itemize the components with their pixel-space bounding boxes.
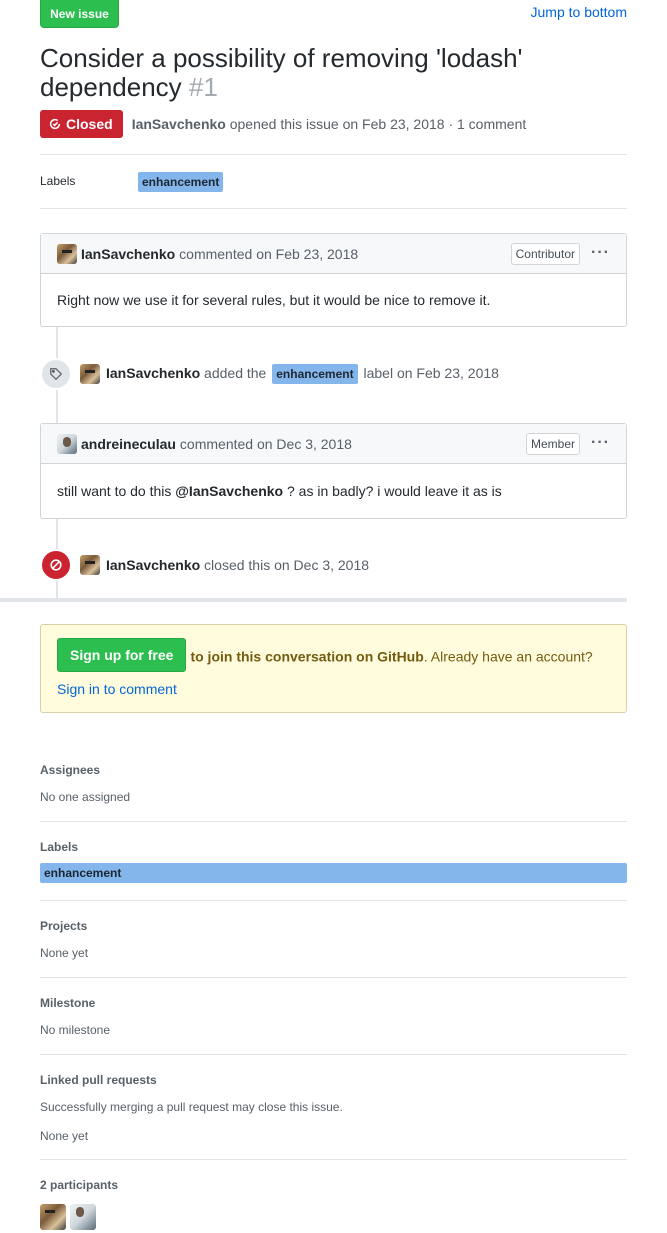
comment-body: Right now we use it for several rules, b… [57, 292, 491, 308]
comment-author[interactable]: andreineculau [81, 436, 176, 452]
label-enhancement[interactable]: enhancement [272, 364, 358, 384]
issue-meta: Closed IanSavchenko opened this issue on… [40, 110, 526, 138]
comment-menu-icon[interactable]: ··· [591, 244, 610, 262]
label-enhancement[interactable]: enhancement [40, 863, 627, 883]
jump-to-bottom-link[interactable]: Jump to bottom [531, 4, 628, 20]
sign-up-button[interactable]: Sign up for free [57, 638, 187, 672]
avatar[interactable] [80, 555, 100, 575]
divider [40, 900, 627, 901]
section-value: None yet [40, 946, 89, 960]
close-event-text: IanSavchenko closed this on Dec 3, 2018 [106, 557, 369, 573]
event-author[interactable]: IanSavchenko [106, 557, 200, 573]
state-badge: Closed [40, 110, 123, 138]
section-value: None yet [40, 1129, 89, 1143]
divider [40, 821, 627, 822]
event-action[interactable]: closed this on Dec 3, 2018 [204, 557, 369, 573]
event-author[interactable]: IanSavchenko [106, 365, 200, 381]
contributor-badge: Contributor [510, 243, 580, 265]
labels-row: Labels enhancement [40, 170, 627, 194]
issue-opened-text: opened this issue on Feb 23, 2018 · 1 co… [229, 116, 527, 132]
sidebar-linked-prs: Linked pull requests Successfully mergin… [40, 1073, 627, 1143]
comment-text: still want to do this [57, 483, 172, 499]
section-title: Milestone [40, 996, 96, 1010]
sidebar-milestone: Milestone No milestone [40, 996, 627, 1037]
section-title: Assignees [40, 763, 101, 777]
label-event-text: IanSavchenko added the enhancement label… [106, 364, 499, 384]
divider [40, 1054, 627, 1055]
section-title: 2 participants [40, 1178, 119, 1192]
comment-header: IanSavchenko commented on Feb 23, 2018 C… [41, 234, 626, 274]
comment-body: still want to do this @IanSavchenko ? as… [41, 464, 626, 518]
signup-text: to join this conversation on GitHub [190, 648, 424, 665]
avatar[interactable] [57, 433, 77, 454]
event-action: added the [204, 365, 267, 381]
signup-prompt: Sign up for free to join this conversatio… [40, 624, 627, 713]
new-issue-button[interactable]: New issue [40, 0, 119, 28]
sign-in-link[interactable]: Sign in to comment [57, 681, 177, 697]
label-event: IanSavchenko added the enhancement label… [40, 358, 627, 390]
sidebar-labels: Labels enhancement [40, 840, 627, 883]
section-value: No milestone [40, 1023, 111, 1037]
divider [40, 977, 627, 978]
comment-author[interactable]: IanSavchenko [81, 246, 175, 262]
sidebar-projects: Projects None yet [40, 919, 627, 960]
section-value: No one assigned [40, 790, 131, 804]
divider [40, 154, 627, 155]
issue-opened-info: IanSavchenko opened this issue on Feb 23… [132, 116, 527, 132]
divider [40, 208, 627, 209]
issue-closed-icon [49, 118, 61, 130]
sidebar-participants: 2 participants [40, 1178, 627, 1230]
comment-text: ? as in badly? i would leave it as is [286, 483, 502, 499]
state-label: Closed [66, 116, 113, 132]
timeline-end-divider [0, 598, 627, 602]
participant-avatar[interactable] [40, 1204, 66, 1230]
comment-1: IanSavchenko commented on Feb 23, 2018 C… [40, 233, 627, 327]
avatar[interactable] [80, 364, 100, 384]
labels-row-title: Labels [40, 174, 76, 188]
avatar[interactable] [57, 243, 77, 264]
comment-timestamp[interactable]: commented on Dec 3, 2018 [180, 436, 352, 452]
label-enhancement[interactable]: enhancement [138, 172, 224, 192]
event-time[interactable]: label on Feb 23, 2018 [363, 365, 498, 381]
issue-title: Consider a possibility of removing 'loda… [40, 44, 620, 102]
user-mention-link[interactable]: @IanSavchenko [175, 483, 283, 499]
divider [40, 1159, 627, 1160]
issue-title-text: Consider a possibility of removing 'loda… [40, 43, 523, 102]
tag-icon [40, 358, 72, 390]
section-hint: Successfully merging a pull request may … [40, 1100, 343, 1114]
sidebar-assignees: Assignees No one assigned [40, 763, 627, 804]
issue-author-link[interactable]: IanSavchenko [132, 116, 226, 132]
close-event: IanSavchenko closed this on Dec 3, 2018 [40, 549, 627, 581]
comment-header: andreineculau commented on Dec 3, 2018 M… [41, 424, 626, 464]
section-title: Labels [40, 840, 79, 854]
participant-avatar[interactable] [70, 1204, 96, 1230]
member-badge: Member [525, 433, 580, 455]
section-title: Projects [40, 919, 88, 933]
comment-2: andreineculau commented on Dec 3, 2018 M… [40, 423, 627, 519]
signup-middle-text: . Already have an account? [423, 648, 593, 665]
participants-list [40, 1204, 627, 1230]
section-title: Linked pull requests [40, 1073, 157, 1087]
comment-timestamp[interactable]: commented on Feb 23, 2018 [179, 246, 358, 262]
comment-menu-icon[interactable]: ··· [591, 434, 610, 452]
issue-number: #1 [188, 72, 218, 102]
circle-slash-icon [40, 549, 72, 581]
